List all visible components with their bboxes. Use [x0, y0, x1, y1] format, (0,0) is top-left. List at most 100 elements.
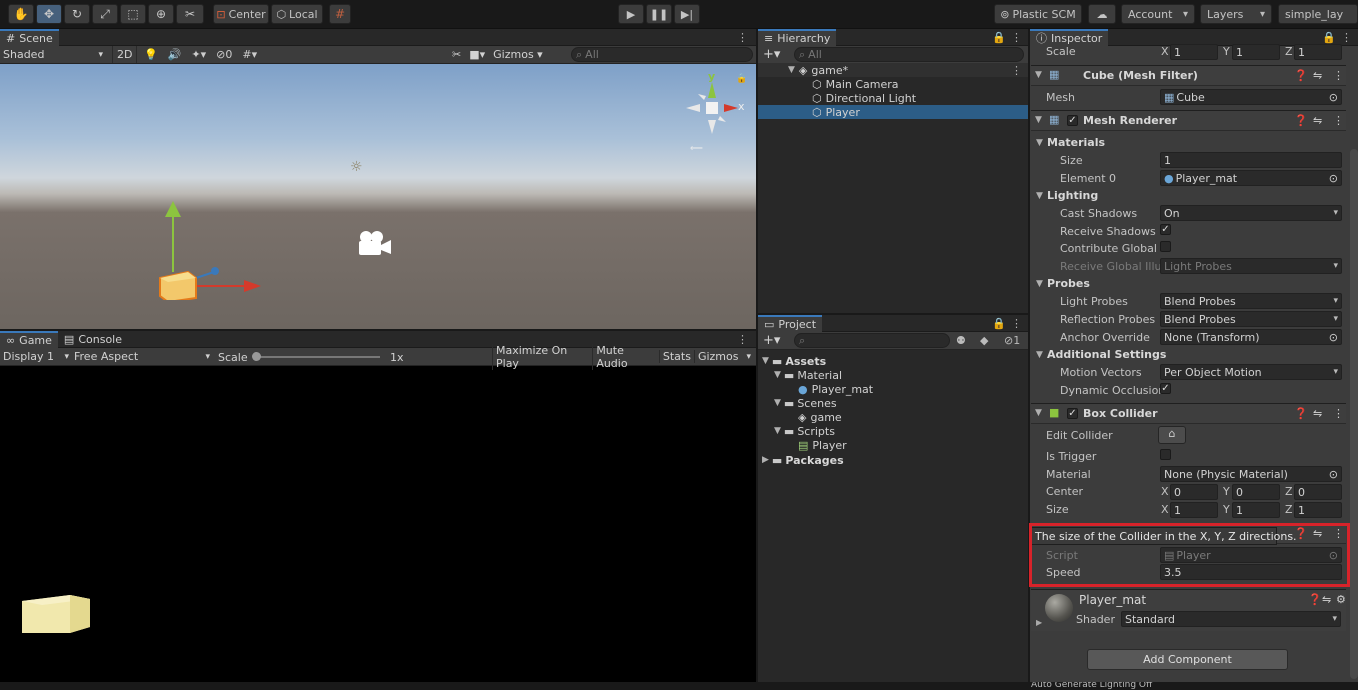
project-search-input[interactable]: ⌕ [794, 333, 950, 348]
help-icon[interactable]: ❓ [1294, 69, 1308, 82]
box-collider-enabled-checkbox[interactable]: ✓ [1067, 408, 1078, 419]
cast-shadows-dropdown[interactable]: On [1160, 205, 1342, 221]
shader-dropdown[interactable]: Standard [1121, 611, 1341, 627]
grid-snap-button[interactable]: # [329, 4, 351, 24]
is-trigger-checkbox[interactable] [1160, 449, 1171, 460]
inspector-scrollbar[interactable] [1350, 149, 1358, 679]
dynamic-occlusion-checkbox[interactable]: ✓ [1160, 383, 1171, 394]
maximize-on-play-toggle[interactable]: Maximize On Play [492, 343, 592, 370]
project-folder-scripts[interactable]: ▼ ▬ Scripts [758, 424, 1028, 438]
expand-arrow-icon[interactable]: ▼ [1035, 70, 1042, 80]
expand-arrow-icon[interactable]: ▼ [1035, 408, 1042, 418]
scale-tool-button[interactable]: ⤢ [92, 4, 118, 24]
account-dropdown[interactable]: Account [1121, 4, 1195, 24]
center-z-field[interactable]: 0 [1294, 484, 1342, 500]
pause-button[interactable]: ❚❚ [646, 4, 672, 24]
additional-settings-foldout[interactable]: Additional Settings [1047, 348, 1166, 361]
expand-arrow-icon[interactable]: ▼ [788, 65, 795, 75]
hierarchy-item[interactable]: ⬡ Directional Light [758, 91, 1028, 105]
pivot-center-button[interactable]: ⊡ Center [213, 4, 269, 24]
mesh-renderer-header[interactable]: ▼ ▦ ✓ Mesh Renderer ❓ ⇋ ⋮ [1031, 110, 1346, 131]
plastic-scm-button[interactable]: ⊚ Plastic SCM [994, 4, 1082, 24]
kebab-menu-icon[interactable]: ⋮ [1011, 64, 1022, 77]
step-button[interactable]: ▶| [674, 4, 700, 24]
gear-icon[interactable]: ⚙ [1336, 593, 1346, 606]
light-probes-dropdown[interactable]: Blend Probes [1160, 293, 1342, 309]
hierarchy-scene-row[interactable]: ▼ ◈ game* ⋮ [758, 63, 1028, 77]
custom-tool-button[interactable]: ✂ [176, 4, 204, 24]
tab-hierarchy[interactable]: ≡ Hierarchy [758, 28, 837, 46]
expand-arrow-icon[interactable]: ▼ [1036, 138, 1043, 148]
tab-game[interactable]: ∞ Game [0, 330, 58, 348]
preset-icon[interactable]: ⇋ [1322, 593, 1331, 606]
object-picker-icon[interactable]: ⊙ [1329, 91, 1338, 104]
filter-type-icon[interactable]: ⚉ [956, 334, 966, 347]
scale-slider[interactable] [254, 356, 380, 358]
contribute-gi-checkbox[interactable] [1160, 241, 1171, 252]
collider-material-field[interactable]: None (Physic Material) ⊙ [1160, 466, 1342, 482]
project-item-scene[interactable]: ◈ game [758, 410, 1028, 424]
lock-icon[interactable]: 🔒 [992, 31, 1006, 44]
size-x-field[interactable]: 1 [1170, 502, 1218, 518]
lock-icon[interactable]: 🔒 [992, 317, 1006, 330]
rect-tool-button[interactable]: ⬚ [120, 4, 146, 24]
grid-toggle-icon[interactable]: #▾ [242, 48, 257, 61]
transform-tool-button[interactable]: ⊕ [148, 4, 174, 24]
display-dropdown[interactable]: Display 1 ▾ [3, 348, 69, 365]
game-gizmos-toggle[interactable]: Gizmos [693, 350, 742, 363]
kebab-menu-icon[interactable]: ⋮ [1333, 69, 1344, 82]
move-tool-button[interactable]: ✥ [36, 4, 62, 24]
help-icon[interactable]: ❓ [1294, 114, 1308, 127]
box-collider-header[interactable]: ▼ ■ ✓ Box Collider ❓ ⇋ ⋮ [1031, 403, 1346, 424]
hidden-objects-icon[interactable]: ⊘0 [216, 48, 232, 61]
size-y-field[interactable]: 1 [1232, 502, 1280, 518]
preset-icon[interactable]: ⇋ [1313, 69, 1322, 82]
tab-inspector[interactable]: ⓘ Inspector [1030, 28, 1109, 46]
hierarchy-item-selected[interactable]: ⬡ Player [758, 105, 1028, 119]
effects-icon[interactable]: ✦▾ [191, 48, 206, 61]
scene-search-input[interactable]: ⌕ All [571, 47, 753, 62]
add-icon[interactable]: +▾ [763, 47, 780, 62]
project-item-script[interactable]: ▤ Player [758, 438, 1028, 452]
expand-arrow-icon[interactable]: ▶ [1036, 618, 1042, 627]
tab-console[interactable]: ▤ Console [58, 331, 128, 348]
cloud-button[interactable]: ☁ [1088, 4, 1116, 24]
layout-dropdown[interactable]: simple_lay [1278, 4, 1358, 24]
tab-project[interactable]: ▭ Project [758, 314, 823, 332]
project-folder-material[interactable]: ▼ ▬ Material [758, 368, 1028, 382]
tools-icon[interactable]: ✂ [452, 48, 461, 61]
help-icon[interactable]: ❓ [1294, 407, 1308, 420]
mute-audio-toggle[interactable]: Mute Audio [592, 343, 659, 370]
object-picker-icon[interactable]: ⊙ [1329, 331, 1338, 344]
expand-arrow-icon[interactable]: ▼ [1035, 115, 1042, 125]
expand-arrow-icon[interactable]: ▼ [1036, 350, 1043, 360]
hidden-packages-icon[interactable]: ⊘1 [1004, 334, 1020, 347]
expand-arrow-icon[interactable]: ▼ [774, 370, 781, 380]
element0-field[interactable]: ● Player_mat ⊙ [1160, 170, 1342, 186]
tab-scene[interactable]: # Scene [0, 28, 59, 46]
lighting-icon[interactable]: 💡 [144, 48, 158, 61]
kebab-menu-icon[interactable]: ⋮ [1333, 114, 1344, 127]
mesh-field[interactable]: ▦ Cube ⊙ [1160, 89, 1342, 105]
object-picker-icon[interactable]: ⊙ [1329, 468, 1338, 481]
project-folder-scenes[interactable]: ▼ ▬ Scenes [758, 396, 1028, 410]
play-button[interactable]: ▶ [618, 4, 644, 24]
help-icon[interactable]: ❓ [1308, 593, 1322, 606]
expand-arrow-icon[interactable]: ▼ [774, 426, 781, 436]
mesh-renderer-enabled-checkbox[interactable]: ✓ [1067, 115, 1078, 126]
object-picker-icon[interactable]: ⊙ [1329, 172, 1338, 185]
kebab-menu-icon[interactable]: ⋮ [737, 31, 748, 44]
kebab-menu-icon[interactable]: ⋮ [737, 333, 748, 346]
probes-foldout[interactable]: Probes [1047, 277, 1090, 290]
receive-shadows-checkbox[interactable]: ✓ [1160, 224, 1171, 235]
layers-dropdown[interactable]: Layers [1200, 4, 1272, 24]
hierarchy-search-input[interactable]: ⌕ All [794, 47, 1024, 62]
materials-foldout[interactable]: Materials [1047, 136, 1105, 149]
pivot-local-button[interactable]: ⬡ Local [271, 4, 323, 24]
lock-icon[interactable]: 🔒 [736, 74, 747, 84]
preset-icon[interactable]: ⇋ [1313, 407, 1322, 420]
reflection-probes-dropdown[interactable]: Blend Probes [1160, 311, 1342, 327]
collapse-arrow-icon[interactable]: ▶ [762, 455, 769, 465]
project-folder-packages[interactable]: ▶ ▬ Packages [758, 453, 1028, 467]
directional-light-icon[interactable]: ☼ [350, 159, 363, 175]
